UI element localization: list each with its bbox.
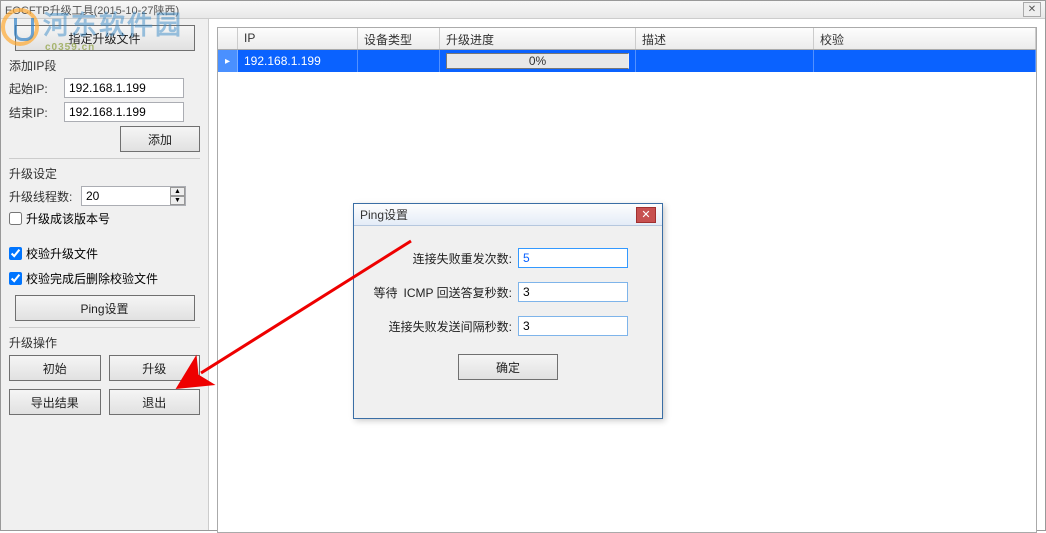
dialog-titlebar[interactable]: Ping设置 ✕ xyxy=(354,204,662,226)
retry-label: 连接失败重发次数: xyxy=(368,250,518,267)
version-checkbox-label: 升级成该版本号 xyxy=(26,210,110,227)
progress-value: 0% xyxy=(529,54,546,68)
export-button[interactable]: 导出结果 xyxy=(9,389,101,415)
add-ip-section: 添加IP段 起始IP: 结束IP: 添加 xyxy=(9,57,200,152)
init-button[interactable]: 初始 xyxy=(9,355,101,381)
close-icon: ✕ xyxy=(1028,4,1036,15)
window-close-button[interactable]: ✕ xyxy=(1023,2,1041,17)
cell-ip: 192.168.1.199 xyxy=(238,50,358,72)
progress-bar: 0% xyxy=(446,53,629,69)
upgrade-ops-section: 升级操作 初始 升级 导出结果 退出 xyxy=(9,334,200,415)
delete-verify-checkbox[interactable] xyxy=(9,272,22,285)
upgrade-button[interactable]: 升级 xyxy=(109,355,201,381)
divider xyxy=(9,158,200,159)
end-ip-label: 结束IP: xyxy=(9,104,64,121)
dialog-title: Ping设置 xyxy=(360,206,408,223)
divider xyxy=(9,327,200,328)
retry-input[interactable] xyxy=(518,248,628,268)
dialog-body: 连接失败重发次数: 等待 ICMP 回送答复秒数: 连接失败发送间隔秒数: 确定 xyxy=(354,226,662,390)
icmp-input[interactable] xyxy=(518,282,628,302)
row-handle-icon xyxy=(218,50,238,72)
titlebar[interactable]: EOCFTP升级工具(2015-10-27陕西) ✕ xyxy=(1,1,1045,19)
col-progress-header[interactable]: 升级进度 xyxy=(440,28,636,49)
cell-desc xyxy=(636,50,814,72)
end-ip-input[interactable] xyxy=(64,102,184,122)
main-window: EOCFTP升级工具(2015-10-27陕西) ✕ 河东软件园 c0359.c… xyxy=(0,0,1046,531)
exit-button[interactable]: 退出 xyxy=(109,389,201,415)
col-ip-header[interactable]: IP xyxy=(238,28,358,49)
col-desc-header[interactable]: 描述 xyxy=(636,28,814,49)
cell-check xyxy=(814,50,1036,72)
verify-checkbox-label: 校验升级文件 xyxy=(26,245,98,262)
add-ip-legend: 添加IP段 xyxy=(9,57,200,74)
dialog-close-button[interactable]: ✕ xyxy=(636,207,656,223)
thread-label: 升级线程数: xyxy=(9,188,81,205)
cell-progress: 0% xyxy=(440,50,636,72)
upgrade-setting-section: 升级设定 升级线程数: ▲ ▼ 升级成该版本号 xyxy=(9,165,200,321)
col-check-header[interactable]: 校验 xyxy=(814,28,1036,49)
row-handle-header xyxy=(218,28,238,49)
upgrade-setting-legend: 升级设定 xyxy=(9,165,200,182)
start-ip-input[interactable] xyxy=(64,78,184,98)
ping-settings-dialog: Ping设置 ✕ 连接失败重发次数: 等待 ICMP 回送答复秒数: 连接失败发… xyxy=(353,203,663,419)
interval-input[interactable] xyxy=(518,316,628,336)
cell-type xyxy=(358,50,440,72)
version-checkbox[interactable] xyxy=(9,212,22,225)
col-type-header[interactable]: 设备类型 xyxy=(358,28,440,49)
spin-up-icon[interactable]: ▲ xyxy=(170,187,185,196)
spin-down-icon[interactable]: ▼ xyxy=(170,196,185,205)
sidebar: 指定升级文件 添加IP段 起始IP: 结束IP: 添加 升级设定 xyxy=(1,19,209,530)
verify-checkbox[interactable] xyxy=(9,247,22,260)
add-ip-button[interactable]: 添加 xyxy=(120,126,200,152)
grid-header: IP 设备类型 升级进度 描述 校验 xyxy=(218,28,1036,50)
interval-label: 连接失败发送间隔秒数: xyxy=(368,318,518,335)
select-upgrade-file-button[interactable]: 指定升级文件 xyxy=(15,25,195,51)
ping-settings-button[interactable]: Ping设置 xyxy=(15,295,195,321)
table-row[interactable]: 192.168.1.199 0% xyxy=(218,50,1036,72)
start-ip-label: 起始IP: xyxy=(9,80,64,97)
dialog-ok-button[interactable]: 确定 xyxy=(458,354,558,380)
window-title: EOCFTP升级工具(2015-10-27陕西) xyxy=(5,2,179,18)
delete-verify-checkbox-label: 校验完成后删除校验文件 xyxy=(26,270,158,287)
icmp-label: 等待 ICMP 回送答复秒数: xyxy=(368,284,518,301)
close-icon: ✕ xyxy=(641,208,650,221)
upgrade-ops-legend: 升级操作 xyxy=(9,334,200,351)
